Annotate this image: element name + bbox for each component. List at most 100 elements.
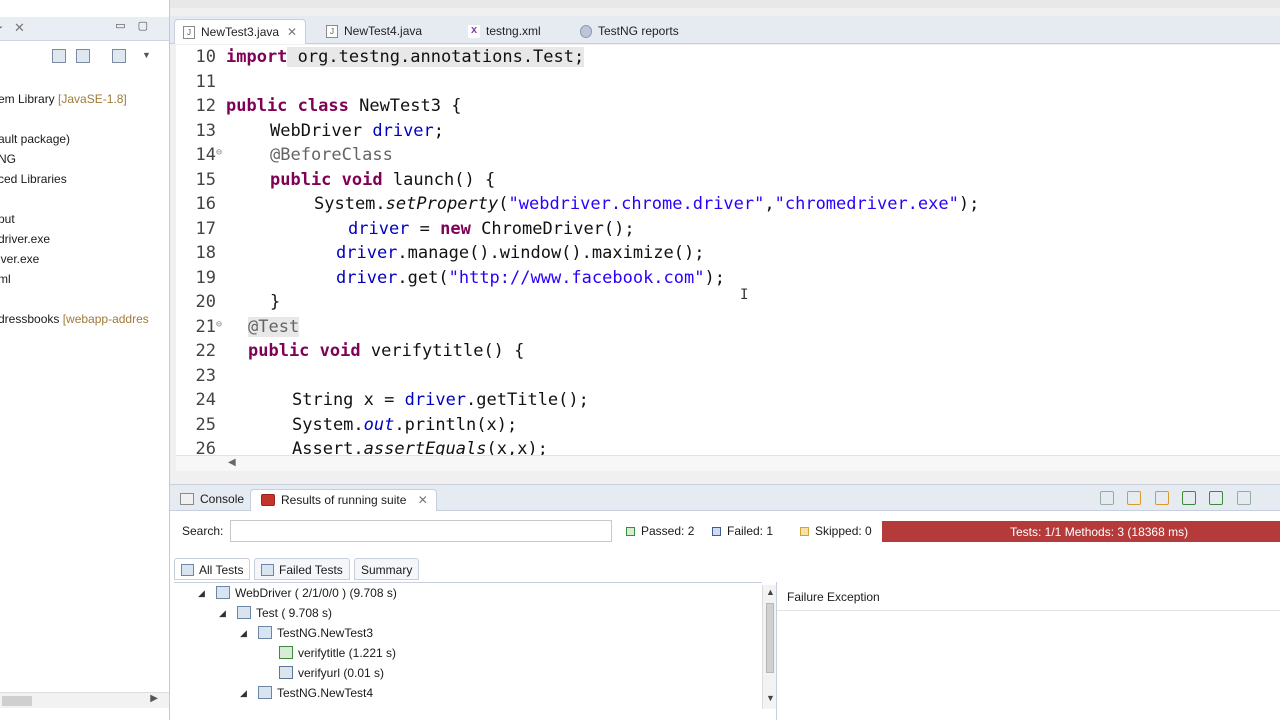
prev-failure-icon[interactable] xyxy=(1154,491,1169,505)
scroll-up-icon[interactable]: ▲ xyxy=(766,587,775,597)
search-input[interactable] xyxy=(230,520,612,542)
results-tree-node[interactable]: ◢ WebDriver ( 2/1/0/0 ) (9.708 s) xyxy=(198,583,397,603)
fold-toggle-icon[interactable]: ⊖ xyxy=(216,141,222,165)
tree-item-decoration: [JavaSE-1.8] xyxy=(58,92,127,106)
close-icon[interactable]: ✕ xyxy=(418,493,428,507)
java-file-icon: J xyxy=(326,25,338,38)
code-line[interactable]: 24 String x = driver.getTitle(); xyxy=(176,388,1280,412)
rerun-icon[interactable] xyxy=(1099,491,1114,505)
editor-tab[interactable]: x testng.xml xyxy=(460,19,549,44)
search-label: Search: xyxy=(182,524,224,538)
tree-item-decoration: [webapp-addres xyxy=(62,312,149,326)
package-explorer-hscroll[interactable]: ▶ xyxy=(0,692,169,708)
failed-count: Failed: 1 xyxy=(712,524,773,538)
code-line[interactable]: 11 xyxy=(176,70,1280,94)
scroll-right-icon[interactable]: ▶ xyxy=(150,693,158,704)
editor-tab[interactable]: TestNG reports xyxy=(572,19,687,44)
tab-all-tests[interactable]: All Tests xyxy=(174,558,251,580)
package-tree-item[interactable]: em Library [JavaSE-1.8] xyxy=(0,92,127,106)
editor-tab[interactable]: J NewTest4.java xyxy=(318,19,430,44)
line-number: 20 xyxy=(195,292,216,312)
code-text: public void verifytitle() { xyxy=(248,341,525,361)
scroll-thumb[interactable] xyxy=(2,696,32,706)
expand-toggle-icon[interactable]: ◢ xyxy=(198,583,205,603)
method-icon xyxy=(279,666,293,679)
tab-results[interactable]: Results of running suite ✕ xyxy=(250,489,437,511)
package-tree-item[interactable]: put xyxy=(0,212,15,226)
code-text: import org.testng.annotations.Test; xyxy=(226,47,585,67)
main-toolbar xyxy=(170,0,1280,8)
history-icon[interactable] xyxy=(1236,491,1251,505)
tab-label: testng.xml xyxy=(486,24,541,38)
code-line[interactable]: 18 driver.manage().window().maximize(); xyxy=(176,241,1280,265)
next-failure-icon[interactable] xyxy=(1127,491,1142,505)
tab-label: Results of running suite xyxy=(281,493,407,507)
collapse-all-icon[interactable] xyxy=(52,49,66,63)
results-tree-node[interactable]: ◢ Test ( 9.708 s) xyxy=(219,603,332,623)
tree-item-label: put xyxy=(0,212,15,226)
code-line[interactable]: 15 public void launch() { xyxy=(176,168,1280,192)
node-label: verifytitle (1.221 s) xyxy=(298,646,397,660)
rerun-failed-icon[interactable] xyxy=(1181,491,1196,505)
expand-toggle-icon[interactable]: ◢ xyxy=(240,683,247,703)
expand-toggle-icon[interactable]: ◢ xyxy=(240,623,247,643)
code-line[interactable]: 21 ⊖ @Test xyxy=(176,315,1280,339)
close-icon[interactable]: ✕ xyxy=(287,25,297,39)
code-line[interactable]: 10 import org.testng.annotations.Test; xyxy=(176,45,1280,69)
code-line[interactable]: 20} xyxy=(176,290,1280,314)
package-tree-item[interactable]: NG xyxy=(0,152,16,166)
focus-icon[interactable] xyxy=(112,49,126,63)
code-line[interactable]: 22 public void verifytitle() { xyxy=(176,339,1280,363)
editor-tab[interactable]: J NewTest3.java ✕ xyxy=(174,19,307,44)
package-tree-item[interactable]: driver.exe xyxy=(0,232,50,246)
results-tree-node[interactable]: verifyurl (0.01 s) xyxy=(279,663,384,683)
tab-summary[interactable]: Summary xyxy=(354,558,420,580)
code-line[interactable]: 12 public class NewTest3 { xyxy=(176,94,1280,118)
scroll-thumb[interactable] xyxy=(766,603,774,673)
line-number: 18 xyxy=(195,243,216,263)
code-line[interactable]: 16 System.setProperty("webdriver.chrome.d… xyxy=(176,192,1280,216)
tab-label: Console xyxy=(200,492,245,506)
close-icon[interactable]: ✕ xyxy=(14,20,25,36)
code-line[interactable]: 23 xyxy=(176,364,1280,388)
code-line[interactable]: 25 System.out.println(x); xyxy=(176,413,1280,437)
code-line[interactable]: 13 WebDriver driver; xyxy=(176,119,1280,143)
code-editor[interactable]: 10 import org.testng.annotations.Test; 11 1… xyxy=(176,45,1280,455)
line-number: 24 xyxy=(195,390,216,410)
editor-tabs: J NewTest3.java ✕ J NewTest4.java x testng.xml… xyxy=(170,16,1280,44)
code-line[interactable]: 17 driver = new ChromeDriver(); xyxy=(176,217,1280,241)
tab-console[interactable]: Console xyxy=(170,489,252,511)
code-line[interactable]: 14 ⊖ @BeforeClass xyxy=(176,143,1280,167)
code-text: public class NewTest3 { xyxy=(226,96,462,116)
rerun-selected-icon[interactable] xyxy=(1209,491,1224,505)
link-editor-icon[interactable] xyxy=(76,49,90,63)
results-tree-vscroll[interactable]: ▲ ▼ xyxy=(762,585,776,709)
code-line[interactable]: 19 driver.get("http://www.facebook.com"); xyxy=(176,266,1280,290)
package-tree-item[interactable]: ced Libraries xyxy=(0,172,67,186)
scroll-down-icon[interactable]: ▼ xyxy=(766,693,775,703)
results-tree-node[interactable]: ◢ TestNG.NewTest4 xyxy=(240,683,373,703)
fold-toggle-icon[interactable]: ⊖ xyxy=(216,313,222,337)
expand-toggle-icon[interactable]: ◢ xyxy=(219,603,226,623)
results-tree[interactable]: ◢ WebDriver ( 2/1/0/0 ) (9.708 s) ◢ Test ( … xyxy=(174,582,762,708)
node-label: verifyurl (0.01 s) xyxy=(298,666,385,680)
line-number: 12 xyxy=(195,96,216,116)
view-menu-icon[interactable]: ▼ xyxy=(142,50,156,64)
tab-label: TestNG reports xyxy=(598,24,679,38)
minimize-maximize-icons[interactable]: ▭▢ xyxy=(115,19,160,32)
package-tree-item[interactable]: iver.exe xyxy=(0,252,39,266)
package-tree-item[interactable]: ault package) xyxy=(0,132,70,146)
editor-hscroll[interactable]: ◀ xyxy=(176,455,1280,471)
xml-file-icon: x xyxy=(468,25,480,38)
results-toolbar xyxy=(1090,491,1272,507)
code-line[interactable]: 26 Assert.assertEquals(x,x); xyxy=(176,437,1280,455)
package-tree-item[interactable]: dressbooks [webapp-addres xyxy=(0,312,149,326)
tab-failed-tests[interactable]: Failed Tests xyxy=(254,558,350,580)
results-tree-node[interactable]: verifytitle (1.221 s) xyxy=(279,643,396,663)
results-tree-node[interactable]: ◢ TestNG.NewTest3 xyxy=(240,623,373,643)
package-explorer: r ✕ ▭▢ ▼ em Library [JavaSE-1.8] ault pac… xyxy=(0,0,170,720)
progress-text: Tests: 1/1 Methods: 3 (18368 ms) xyxy=(1010,525,1189,539)
view-menu-icon[interactable] xyxy=(1264,491,1272,505)
scroll-left-icon[interactable]: ◀ xyxy=(228,457,236,468)
package-tree-item[interactable]: ml xyxy=(0,272,11,286)
